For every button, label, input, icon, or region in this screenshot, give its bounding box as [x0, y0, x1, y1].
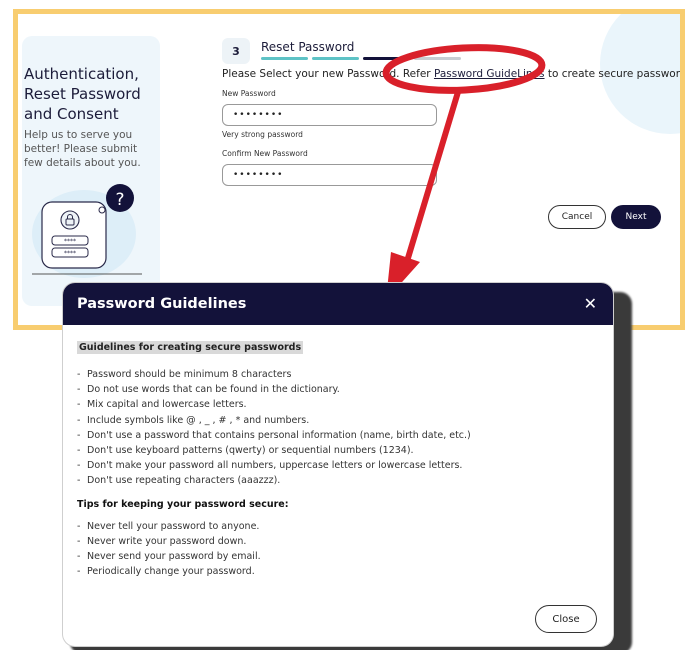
list-item: Never tell your password to anyone. — [77, 519, 599, 534]
step-number: 3 — [222, 38, 250, 64]
list-item: Never write your password down. — [77, 534, 599, 549]
instructions-after: to create secure passwords. — [544, 68, 685, 80]
list-item: Don't use keyboard patterns (qwerty) or … — [77, 443, 599, 458]
list-item: Don't make your password all numbers, up… — [77, 458, 599, 473]
list-item: Never send your password by email. — [77, 549, 599, 564]
pin-dots-1: **** — [64, 238, 76, 245]
list-item: Mix capital and lowercase letters. — [77, 397, 599, 412]
guidelines-list: Password should be minimum 8 characters … — [77, 367, 599, 489]
tips-heading: Tips for keeping your password secure: — [77, 498, 289, 510]
list-item: Password should be minimum 8 characters — [77, 367, 599, 382]
panel-subtitle: Help us to serve you better! Please subm… — [24, 129, 141, 169]
question-mark: ? — [115, 190, 124, 210]
new-password-label: New Password — [222, 89, 276, 98]
modal-title: Password Guidelines — [77, 296, 247, 312]
screenshot-stage: Authentication, Reset Password and Conse… — [0, 0, 686, 650]
close-icon[interactable]: ✕ — [584, 296, 597, 312]
password-guidelines-link[interactable]: Password GuideLines — [434, 68, 545, 80]
instructions-before: Please Select your new Password. Refer — [222, 68, 434, 80]
password-strength-text: Very strong password — [222, 130, 303, 139]
panel-title: Authentication, Reset Password and Conse… — [24, 65, 141, 123]
confirm-password-field[interactable]: •••••••• — [222, 164, 437, 186]
lock-illustration: **** **** ? — [32, 184, 142, 278]
step-title: Reset Password — [261, 40, 355, 54]
confirm-password-label: Confirm New Password — [222, 149, 308, 158]
close-button[interactable]: Close — [535, 605, 597, 633]
pin-dots-2: **** — [64, 250, 76, 257]
progress-segment-4 — [414, 57, 461, 60]
new-password-field[interactable]: •••••••• — [222, 104, 437, 126]
modal-header: Password Guidelines ✕ — [63, 283, 613, 325]
list-item: Periodically change your password. — [77, 564, 599, 579]
lock-icon — [60, 210, 80, 230]
list-item: Do not use words that can be found in th… — [77, 382, 599, 397]
list-item: Don't use a password that contains perso… — [77, 428, 599, 443]
progress-segment-2 — [312, 57, 359, 60]
tips-list: Never tell your password to anyone. Neve… — [77, 519, 599, 580]
modal-body: Guidelines for creating secure passwords… — [63, 325, 613, 580]
list-item: Include symbols like @ , _ , # , * and n… — [77, 413, 599, 428]
progress-segment-1 — [261, 57, 308, 60]
instructions-text: Please Select your new Password. Refer P… — [222, 68, 685, 80]
list-item: Don't use repeating characters (aaazzz). — [77, 473, 599, 488]
cancel-button[interactable]: Cancel — [548, 205, 606, 229]
next-button[interactable]: Next — [611, 205, 661, 229]
progress-segment-3 — [363, 57, 410, 60]
password-guidelines-modal: Password Guidelines ✕ Guidelines for cre… — [63, 283, 613, 646]
reset-password-screen: Authentication, Reset Password and Conse… — [13, 9, 685, 330]
guidelines-heading: Guidelines for creating secure passwords — [77, 341, 304, 354]
step-progress-bar — [261, 57, 461, 60]
